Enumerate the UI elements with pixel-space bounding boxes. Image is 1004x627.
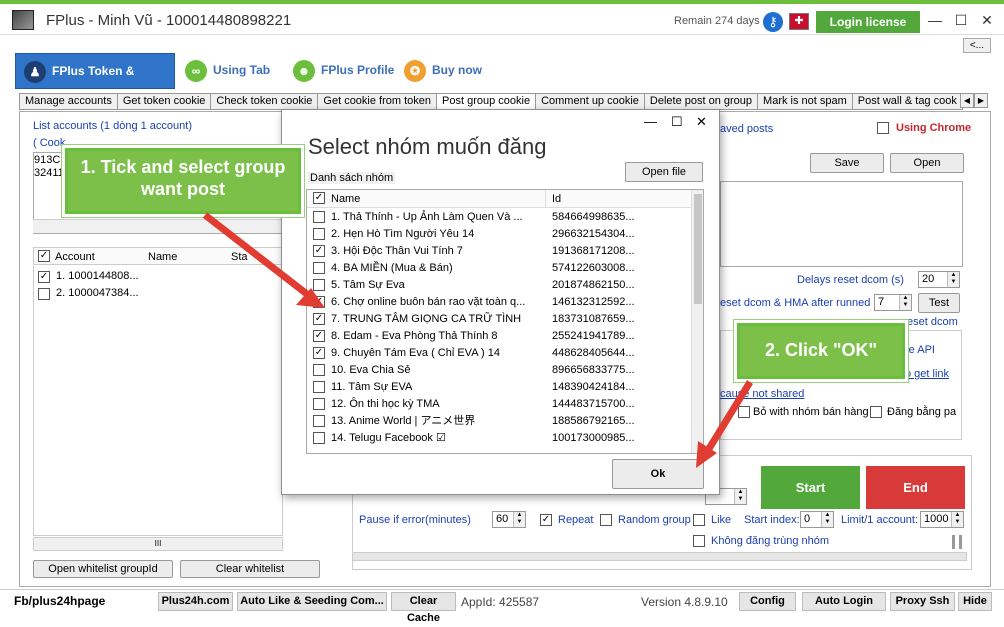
bottom-bar: Fb/plus24hpage Plus24h.com Auto Like & S… bbox=[0, 589, 1004, 624]
plus24h-button[interactable]: Plus24h.com bbox=[158, 592, 233, 611]
clear-cache-button[interactable]: Clear Cache bbox=[391, 592, 456, 624]
arrow-step-1 bbox=[202, 212, 315, 301]
auto-like-button[interactable]: Auto Like & Seeding Com... bbox=[237, 592, 387, 611]
auto-login-button[interactable]: Auto Login bbox=[802, 592, 886, 611]
version-label: Version 4.8.9.10 bbox=[641, 595, 728, 609]
arrow-overlay bbox=[202, 212, 753, 468]
appid-label: AppId: 425587 bbox=[461, 595, 540, 609]
proxy-ssh-button[interactable]: Proxy Ssh bbox=[890, 592, 955, 611]
arrow-step-2 bbox=[704, 380, 753, 454]
fb-page-label: Fb/plus24hpage bbox=[14, 594, 106, 608]
config-button[interactable]: Config bbox=[739, 592, 796, 611]
hide-button[interactable]: Hide bbox=[958, 592, 992, 611]
